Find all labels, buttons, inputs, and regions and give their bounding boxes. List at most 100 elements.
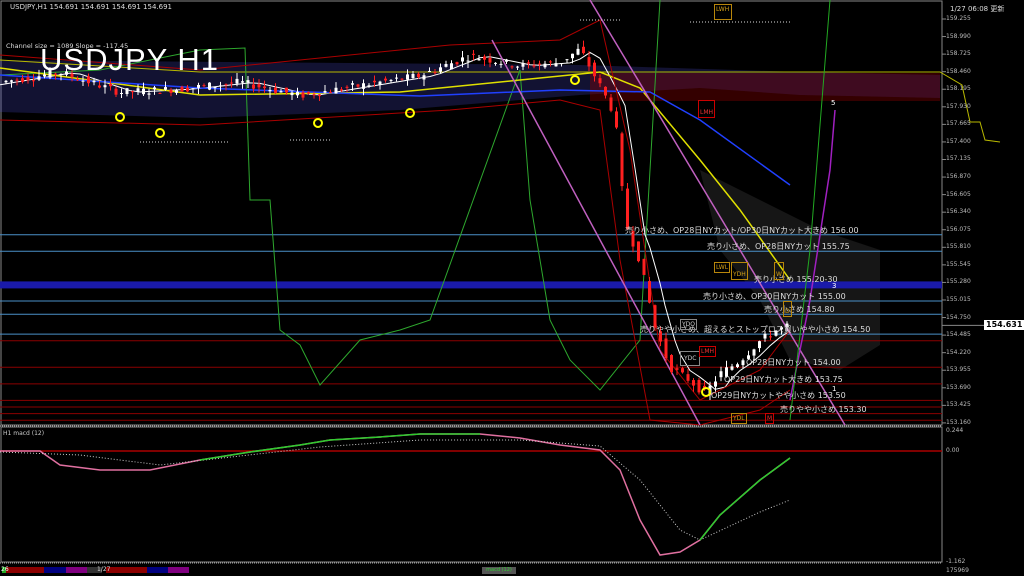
candle-body: [681, 368, 684, 373]
candle-body: [235, 78, 239, 84]
candle-body: [98, 85, 101, 88]
box-lmh-2: LMH: [699, 346, 717, 357]
candle-body: [175, 90, 178, 93]
candle-body: [406, 74, 409, 80]
price-tick: 158.725: [946, 50, 971, 58]
candle-body: [109, 83, 112, 87]
candle-body: [76, 79, 79, 81]
candle-body: [246, 80, 250, 83]
macd-zero: 0.00: [946, 447, 960, 454]
candle-body: [499, 63, 503, 65]
candle-body: [268, 89, 272, 92]
candle-body: [142, 88, 145, 95]
candle-body: [428, 70, 431, 72]
candle-body: [290, 92, 294, 96]
price-tick: 156.870: [946, 173, 971, 181]
candle-body: [389, 79, 393, 81]
candle-body: [26, 77, 30, 81]
candle-body: [307, 91, 310, 94]
price-annotation: 売りやや小さめ、超えるとストップロス買いやや小さめ 154.50: [640, 325, 871, 335]
candle-body: [191, 88, 195, 90]
candle-body: [439, 67, 442, 72]
candle-body: [81, 80, 85, 82]
candle-body: [400, 78, 404, 80]
session-bar: [168, 567, 189, 573]
candle-body: [686, 374, 690, 381]
candle-body: [598, 78, 602, 84]
candle-body: [125, 88, 129, 95]
macd-tab-button[interactable]: macd (12): [482, 567, 516, 574]
candle-body: [483, 56, 486, 60]
box-ydl: YDL: [731, 413, 747, 424]
price-tick: 154.750: [946, 313, 971, 321]
price-tick: 154.485: [946, 331, 971, 339]
candle-body: [648, 281, 651, 303]
candle-body: [230, 82, 233, 84]
candle-body: [620, 133, 624, 187]
candle-body: [692, 380, 695, 386]
price-annotation: OP29日NYカットやや小さめ 153.50: [711, 391, 846, 401]
session-bar: [6, 567, 44, 573]
candle-body: [587, 57, 591, 67]
price-tick: 156.075: [946, 225, 971, 233]
chart-canvas[interactable]: [0, 0, 1024, 576]
candle-body: [197, 84, 200, 88]
candle-body: [318, 94, 321, 97]
candle-body: [741, 360, 745, 366]
macd-line: [0, 433, 791, 556]
marker-1: 1: [832, 385, 837, 393]
candle-body: [356, 84, 360, 87]
price-tick: 155.545: [946, 260, 971, 268]
candle-body: [461, 57, 464, 62]
marker-5: 5: [831, 99, 836, 107]
candle-body: [730, 366, 734, 370]
candle-body: [455, 62, 459, 65]
candle-body: [752, 349, 756, 356]
candle-body: [158, 92, 162, 94]
marker-3: 3: [832, 282, 837, 290]
price-tick: 154.220: [946, 348, 971, 356]
candle-body: [604, 86, 607, 96]
current-price-label: 154.631: [984, 320, 1024, 331]
candle-body: [719, 371, 723, 378]
candle-body: [626, 188, 629, 229]
candle-body: [532, 65, 536, 67]
candle-body: [637, 241, 640, 262]
candle-body: [180, 86, 184, 92]
box-ydc: YDC: [680, 351, 701, 366]
candle-body: [549, 61, 552, 63]
session-bar: [66, 567, 87, 573]
candle-body: [114, 88, 118, 95]
candle-body: [450, 63, 453, 70]
candle-body: [252, 84, 255, 89]
candle-body: [131, 91, 134, 93]
candle-body: [202, 85, 206, 87]
candle-body: [15, 79, 19, 81]
session-bar: [44, 567, 66, 573]
candle-body: [488, 57, 492, 63]
candle-body: [263, 86, 266, 89]
candle-body: [609, 97, 613, 111]
price-tick: 157.135: [946, 155, 971, 163]
candle-body: [417, 73, 420, 78]
candle-body: [241, 81, 244, 83]
candle-body: [351, 83, 354, 85]
candle-body: [285, 87, 288, 93]
price-tick: 155.810: [946, 243, 971, 251]
candle-body: [103, 85, 107, 88]
price-annotation: 売りやや小さめ 153.30: [780, 404, 867, 414]
price-annotation: 売り小さめ、OP28日NYカット/OP30日NYカット大きめ 156.00: [625, 225, 859, 235]
price-annotation: OP28日NYカット 154.00: [746, 358, 841, 368]
candle-body: [538, 63, 541, 65]
update-time: 1/27 06:08 更新: [950, 5, 1005, 13]
candle-body: [576, 48, 580, 55]
candle-body: [521, 62, 525, 67]
session-bar: [106, 567, 147, 573]
candle-body: [32, 80, 35, 82]
candle-body: [758, 341, 761, 349]
candle-body: [565, 59, 569, 61]
price-tick: 155.280: [946, 278, 971, 286]
candle-body: [373, 80, 376, 83]
candle-body: [505, 59, 508, 62]
candle-body: [433, 72, 437, 74]
